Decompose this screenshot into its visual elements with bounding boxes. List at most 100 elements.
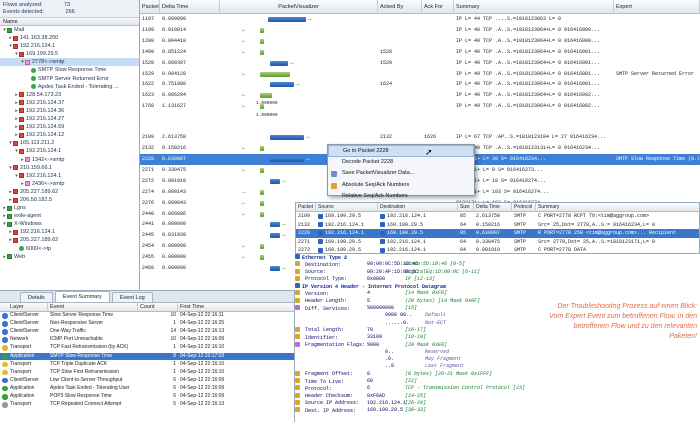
event-column-header-event[interactable]: Event bbox=[48, 303, 138, 312]
tree-node[interactable]: ▸ 192.216.124.27 bbox=[0, 115, 139, 123]
decode-field[interactable]: Protocol Type: 0x0800 IP [12-13] bbox=[295, 275, 545, 283]
packet-row[interactable]: 1622 0.751080 → 1624 IP L= 40 TCP .A..S.=181… bbox=[140, 79, 700, 90]
decode-field[interactable]: Total Length: 79 [16-17] bbox=[295, 326, 545, 334]
decode-field[interactable]: Dest. IP Address: 169.199.29.5 [30-33] bbox=[295, 407, 545, 414]
context-menu-item[interactable]: Relative Seq/Ack Numbers bbox=[328, 191, 474, 203]
column-header-summary[interactable]: Summary bbox=[454, 0, 614, 14]
decode-field[interactable]: IP Version 4 Header - Internet Protocol … bbox=[295, 283, 545, 290]
flow-column-header-source[interactable]: Source bbox=[316, 203, 378, 212]
tree-node[interactable]: ▾ 165.113.211.2 bbox=[0, 139, 139, 147]
tree-node[interactable]: ▾ X-Windows bbox=[0, 220, 139, 228]
tree-node[interactable]: ▸ 205.227.189.62 bbox=[0, 236, 139, 244]
tree-node[interactable]: ▾ 169.199.29.5 bbox=[0, 50, 139, 58]
tree-node[interactable]: ▾ 192.216.124.1 bbox=[0, 172, 139, 180]
context-menu-item[interactable]: Absolute Seq/Ack Numbers bbox=[328, 180, 474, 192]
decode-field[interactable]: Ethernet Type 2 bbox=[295, 254, 545, 261]
tree-node[interactable]: ▾ 2778<->smtp bbox=[0, 58, 139, 67]
decode-field[interactable]: Source: 00:20:AF:1D:00:9C DigitalEq:1D:00:… bbox=[295, 268, 545, 276]
tree-node[interactable]: ▸ 192.216.124.59 bbox=[0, 123, 139, 131]
tree-node[interactable]: ▸ Web bbox=[0, 253, 139, 261]
decode-field[interactable]: .0. May Fragment bbox=[295, 356, 545, 363]
event-row[interactable]: Application POP3 Slow Response Time 6 04-Se… bbox=[0, 393, 294, 400]
tab-details[interactable]: Details bbox=[20, 292, 53, 302]
decode-field[interactable]: ......0. Not-ECT bbox=[295, 320, 545, 327]
tree-node[interactable]: ▸ 206.50.182.5 bbox=[0, 196, 139, 204]
flow-column-header-summary[interactable]: Summary bbox=[536, 203, 699, 212]
packet-row[interactable]: 1197 0.000000 → IP L= 44 TCP ....S.=1818123… bbox=[140, 14, 700, 25]
tree-node[interactable]: ▸ 192.216.124.1 bbox=[0, 228, 139, 236]
tree-node[interactable]: ▸ 141.163.38.200 bbox=[0, 34, 139, 42]
event-row[interactable]: Client/Server Non-Responsive Server 1 04-Se… bbox=[0, 320, 294, 327]
tree-node[interactable]: ▸ 205.227.189.62 bbox=[0, 188, 139, 196]
tree-node[interactable]: SMTP Server Returned Error bbox=[0, 75, 139, 83]
event-column-header-count[interactable]: Count bbox=[138, 303, 178, 312]
tab-event-summary[interactable]: Event Summary bbox=[54, 291, 110, 302]
event-row[interactable]: Transport TCP Slow First Retransmission 1 0… bbox=[0, 369, 294, 376]
column-header-packet[interactable]: Packet bbox=[140, 0, 160, 14]
column-header-delta-time[interactable]: Delta Time bbox=[160, 0, 220, 14]
event-row[interactable]: Network ICMP Port Unreachable 10 04-Sep-12 … bbox=[0, 336, 294, 343]
tree-node[interactable]: ▸ 2436<->smtp bbox=[0, 180, 139, 188]
flow-packet-row[interactable]: 2272 169.199.29.5 192.216.124.1 64 0.001910 S… bbox=[296, 246, 699, 253]
tree-node[interactable]: ▸ 192.216.124.37 bbox=[0, 99, 139, 107]
flow-column-header-delta-time[interactable]: Delta Time bbox=[474, 203, 512, 212]
decode-field[interactable]: Diff. Services: %00000000 [15] bbox=[295, 305, 545, 312]
event-column-header-first-time[interactable]: First Time bbox=[178, 303, 294, 312]
tree-node[interactable]: ▸ exile-agent bbox=[0, 212, 139, 220]
flow-column-header-destination[interactable]: Destination bbox=[378, 203, 458, 212]
decode-field[interactable]: Identifier: 33109 [18-19] bbox=[295, 334, 545, 341]
event-row[interactable]: Client/Server One-Way Traffic 14 04-Sep-12 … bbox=[0, 328, 294, 335]
packet-row[interactable]: 1200 0.004410 ← IP L= 40 TCP .A..S.=1818123… bbox=[140, 36, 700, 47]
event-row[interactable]: Transport TCP Triple Duplicate ACK 1 04-Sep… bbox=[0, 361, 294, 368]
event-row[interactable]: Application Apdex Task Ended - Tolerating… bbox=[0, 385, 294, 392]
flow-column-header-packet[interactable]: Packet bbox=[296, 203, 316, 212]
column-header-ack-for[interactable]: Ack For bbox=[422, 0, 454, 14]
flow-column-header-size[interactable]: Size bbox=[458, 203, 474, 212]
decode-field[interactable]: ..0 Last Fragment bbox=[295, 363, 545, 370]
decode-field[interactable]: Fragment Offset: 0 (0 bytes) [20-21 Mask 0… bbox=[295, 370, 545, 378]
tab-event-log[interactable]: Event Log bbox=[111, 292, 153, 302]
column-header-packetvisualizer[interactable]: PacketVisualizer bbox=[220, 0, 378, 14]
event-row[interactable]: Transport TCP Repeated Connect Attempt 5 04… bbox=[0, 401, 294, 408]
tree-node[interactable]: ▸ 192.216.124.36 bbox=[0, 107, 139, 115]
context-menu-item[interactable]: Go to Packet 2228 bbox=[328, 145, 474, 157]
context-menu-item[interactable]: Save PacketVisualizer Data... bbox=[328, 168, 474, 180]
packet-row[interactable]: 1529 0.004120 ← IP L= 40 TCP .A..S.=1818123… bbox=[140, 69, 700, 80]
tree-node[interactable]: ▸ 128.54.173.23 bbox=[0, 91, 139, 99]
decode-field[interactable]: 0.. Reserved bbox=[295, 349, 545, 356]
tree-node[interactable]: ▾ 210.159.66.1 bbox=[0, 164, 139, 172]
event-column-header-layer[interactable]: Layer bbox=[0, 303, 48, 312]
decode-field[interactable]: Protocol: 6 TCP - Transmission Control Pro… bbox=[295, 385, 545, 392]
decode-field[interactable]: 0000 00.. Default bbox=[295, 312, 545, 319]
tree-node[interactable]: Apdex Task Ended - Tolerating ... bbox=[0, 83, 139, 91]
decode-field[interactable]: Header Checksum: 0xF6AD [24-25] bbox=[295, 392, 545, 400]
flow-packet-row[interactable]: 2228 192.216.124.1 169.199.29.5 85 0.630907 S… bbox=[296, 229, 699, 238]
decode-field[interactable]: Header Length: 5 (20 bytes) [14 Mask 0x0F] bbox=[295, 297, 545, 305]
tree-node[interactable]: ▸ Lgns bbox=[0, 204, 139, 212]
tree-node[interactable]: ▸ 192.216.124.12 bbox=[0, 131, 139, 139]
flow-packet-row[interactable]: 2109 169.199.29.5 192.216.124.1 85 2.613758 S… bbox=[296, 212, 699, 221]
decode-field[interactable]: Time To Live: 60 [22] bbox=[295, 378, 545, 385]
column-header-expert[interactable]: Expert bbox=[614, 0, 700, 14]
event-row[interactable]: Transport TCP Fast Retransmission (by ACK… bbox=[0, 344, 294, 351]
event-row[interactable]: Application SMTP Slow Response Time 8 04-Se… bbox=[0, 352, 294, 360]
decode-field[interactable]: Version: 4 [14 Mask 0xF0] bbox=[295, 290, 545, 297]
tree-node[interactable]: ▾ 192.216.124.1 bbox=[0, 42, 139, 50]
tree-node[interactable]: ▾ 192.216.124.1 bbox=[0, 147, 139, 155]
tree-node[interactable]: ▸ 1342<->smtp bbox=[0, 156, 139, 164]
flow-packet-row[interactable]: 2271 169.199.29.5 192.216.124.1 64 0.330475 S… bbox=[296, 238, 699, 247]
decode-field[interactable]: Destination: 00:00:0C:5D:10:46 Cisco:5D:10… bbox=[295, 261, 545, 268]
flow-column-header-protocol[interactable]: Protocol bbox=[512, 203, 536, 212]
tree-column-header-name[interactable]: Name bbox=[0, 18, 139, 26]
flow-packet-row[interactable]: 2132 192.216.124.1 169.199.29.5 64 0.150216 S… bbox=[296, 221, 699, 230]
packet-row[interactable]: 1199 0.010014 ← IP L= 40 TCP .A..S.=1818123… bbox=[140, 25, 700, 36]
packet-row[interactable]: 1623 0.006294 ← 1.000000 IP L= 40 TCP .A..S.… bbox=[140, 90, 700, 106]
tree-node[interactable]: ▾ Mail bbox=[0, 26, 139, 34]
context-menu-item[interactable]: Decode Packet 2228 bbox=[328, 157, 474, 169]
decode-field[interactable]: Source IP Address: 192.216.124.1 [26-29] bbox=[295, 399, 545, 407]
packet-row[interactable]: 1760 1.131627 ← 1.000000 IP L= 40 TCP .A..S.… bbox=[140, 101, 700, 132]
tree-node[interactable]: SMTP Slow Response Time bbox=[0, 66, 139, 74]
tree-node[interactable]: 6000<->tp bbox=[0, 245, 139, 253]
event-row[interactable]: Client/Server Low Client-to-Server Throug… bbox=[0, 377, 294, 384]
packet-row[interactable]: 1528 0.609397 → 1529 IP L= 40 TCP .A..S.=181… bbox=[140, 58, 700, 69]
